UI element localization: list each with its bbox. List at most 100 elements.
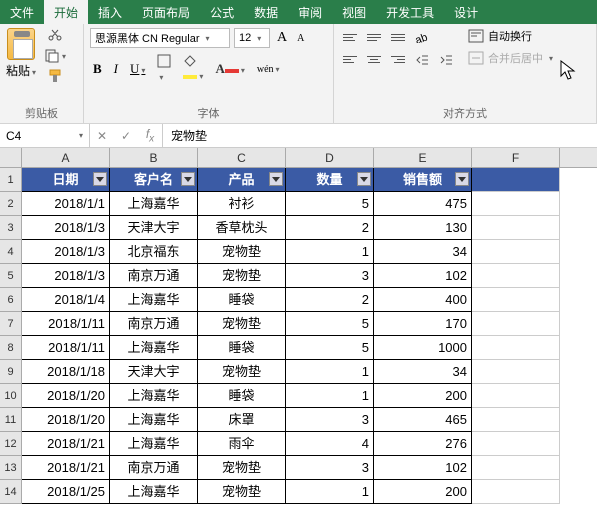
cell[interactable]: 天津大宇 (110, 360, 198, 384)
table-header-cell[interactable]: 产品 (198, 168, 286, 192)
cell[interactable]: 天津大宇 (110, 216, 198, 240)
col-header[interactable]: B (110, 148, 198, 167)
cell[interactable]: 3 (286, 456, 374, 480)
cell[interactable]: 200 (374, 384, 472, 408)
row-header[interactable]: 2 (0, 192, 22, 216)
copy-icon[interactable]: ▾ (44, 48, 66, 64)
cell[interactable]: 宠物垫 (198, 264, 286, 288)
cell[interactable] (472, 384, 560, 408)
cell[interactable]: 睡袋 (198, 288, 286, 312)
row-header[interactable]: 12 (0, 432, 22, 456)
cell[interactable]: 1 (286, 480, 374, 504)
merge-center-button[interactable]: 合并后居中▾ (468, 50, 553, 66)
align-middle-icon[interactable] (364, 28, 384, 46)
border-button[interactable]: ▾ (154, 52, 174, 86)
col-header[interactable]: E (374, 148, 472, 167)
cell[interactable]: 南京万通 (110, 456, 198, 480)
phonetic-button[interactable]: wén▾ (254, 62, 283, 77)
cell[interactable]: 2018/1/18 (22, 360, 110, 384)
align-top-icon[interactable] (340, 28, 360, 46)
cell[interactable] (472, 168, 560, 192)
col-header[interactable]: C (198, 148, 286, 167)
grow-font-icon[interactable]: A (274, 28, 290, 48)
cell[interactable]: 475 (374, 192, 472, 216)
cell[interactable]: 北京福东 (110, 240, 198, 264)
tab-review[interactable]: 审阅 (288, 0, 332, 24)
cell[interactable] (472, 240, 560, 264)
font-color-button[interactable]: A▾ (212, 59, 247, 79)
cell[interactable]: 5 (286, 192, 374, 216)
table-header-cell[interactable]: 销售额 (374, 168, 472, 192)
cut-icon[interactable] (44, 28, 66, 44)
cell[interactable]: 130 (374, 216, 472, 240)
cell[interactable]: 102 (374, 456, 472, 480)
table-header-cell[interactable]: 日期 (22, 168, 110, 192)
font-size-select[interactable]: 12▾ (234, 28, 270, 48)
paste-icon[interactable] (7, 28, 35, 60)
cell[interactable]: 睡袋 (198, 384, 286, 408)
cell[interactable]: 2018/1/1 (22, 192, 110, 216)
tab-home[interactable]: 开始 (44, 0, 88, 24)
tab-design[interactable]: 设计 (444, 0, 488, 24)
align-right-icon[interactable] (388, 50, 408, 68)
cell[interactable]: 2018/1/20 (22, 408, 110, 432)
align-left-icon[interactable] (340, 50, 360, 68)
spreadsheet-grid[interactable]: A B C D E F 1日期客户名产品数量销售额22018/1/1上海嘉华衬衫… (0, 148, 597, 504)
tab-view[interactable]: 视图 (332, 0, 376, 24)
cell[interactable]: 宠物垫 (198, 312, 286, 336)
shrink-font-icon[interactable]: A (294, 31, 307, 46)
decrease-indent-icon[interactable] (412, 50, 432, 68)
cell[interactable]: 2018/1/3 (22, 264, 110, 288)
cell[interactable]: 宠物垫 (198, 480, 286, 504)
row-header[interactable]: 10 (0, 384, 22, 408)
cell[interactable]: 上海嘉华 (110, 192, 198, 216)
cell[interactable]: 170 (374, 312, 472, 336)
cell[interactable] (472, 408, 560, 432)
cell[interactable]: 5 (286, 312, 374, 336)
cell[interactable]: 1 (286, 384, 374, 408)
cell[interactable]: 宠物垫 (198, 456, 286, 480)
confirm-icon[interactable]: ✓ (114, 129, 138, 143)
cell[interactable]: 衬衫 (198, 192, 286, 216)
cell[interactable] (472, 264, 560, 288)
filter-dropdown-icon[interactable] (455, 172, 469, 186)
col-header[interactable]: A (22, 148, 110, 167)
row-header[interactable]: 7 (0, 312, 22, 336)
cell[interactable] (472, 456, 560, 480)
cell[interactable]: 宠物垫 (198, 240, 286, 264)
wrap-text-button[interactable]: 自动换行 (468, 28, 553, 44)
cell[interactable] (472, 192, 560, 216)
cell[interactable]: 1000 (374, 336, 472, 360)
cell[interactable]: 5 (286, 336, 374, 360)
cell[interactable]: 2018/1/3 (22, 216, 110, 240)
cell[interactable]: 1 (286, 360, 374, 384)
cell[interactable]: 2018/1/11 (22, 336, 110, 360)
cell[interactable] (472, 360, 560, 384)
tab-dev[interactable]: 开发工具 (376, 0, 444, 24)
tab-file[interactable]: 文件 (0, 0, 44, 24)
tab-data[interactable]: 数据 (244, 0, 288, 24)
cell[interactable]: 200 (374, 480, 472, 504)
cancel-icon[interactable]: ✕ (90, 129, 114, 143)
row-header[interactable]: 5 (0, 264, 22, 288)
row-header[interactable]: 6 (0, 288, 22, 312)
cell[interactable] (472, 216, 560, 240)
cell[interactable]: 2018/1/3 (22, 240, 110, 264)
increase-indent-icon[interactable] (436, 50, 456, 68)
cell[interactable]: 2018/1/21 (22, 456, 110, 480)
row-header[interactable]: 9 (0, 360, 22, 384)
align-bottom-icon[interactable] (388, 28, 408, 46)
cell[interactable]: 上海嘉华 (110, 336, 198, 360)
row-header[interactable]: 14 (0, 480, 22, 504)
table-header-cell[interactable]: 客户名 (110, 168, 198, 192)
cell[interactable]: 2018/1/4 (22, 288, 110, 312)
cell[interactable]: 400 (374, 288, 472, 312)
cell[interactable] (472, 312, 560, 336)
cell[interactable]: 2018/1/20 (22, 384, 110, 408)
cell[interactable]: 上海嘉华 (110, 408, 198, 432)
filter-dropdown-icon[interactable] (181, 172, 195, 186)
cell[interactable] (472, 288, 560, 312)
cell[interactable]: 睡袋 (198, 336, 286, 360)
underline-button[interactable]: U▾ (127, 59, 148, 79)
cell[interactable]: 上海嘉华 (110, 384, 198, 408)
